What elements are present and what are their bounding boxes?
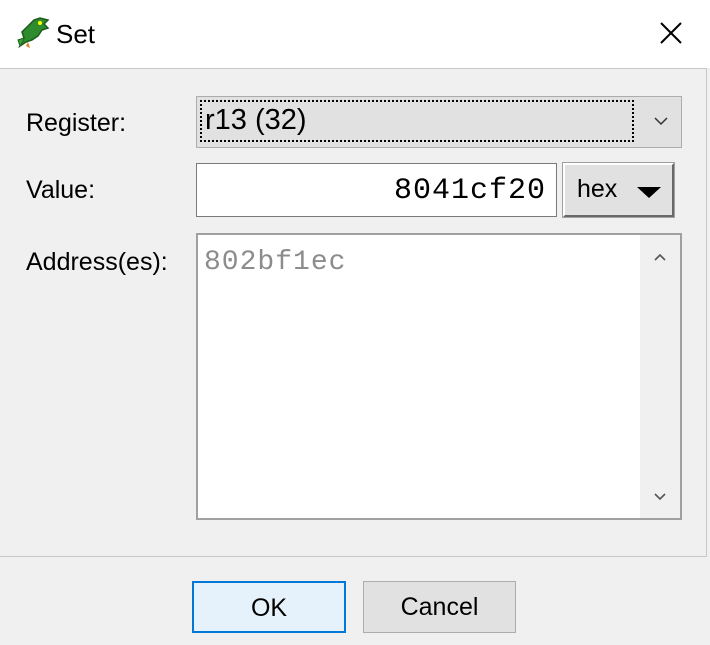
address-text: 802bf1ec <box>204 247 347 278</box>
scroll-down-icon[interactable] <box>652 491 668 503</box>
scroll-up-icon[interactable] <box>652 251 668 263</box>
register-select[interactable]: r13 (32) <box>196 96 682 148</box>
dragon-icon <box>17 17 50 49</box>
dropdown-arrow-icon <box>637 187 661 198</box>
value-field[interactable]: 8041cf20 <box>196 163 557 217</box>
value-text: 8041cf20 <box>393 174 546 208</box>
register-label: Register: <box>26 109 127 137</box>
address-label: Address(es): <box>26 248 168 276</box>
format-label: hex <box>577 175 618 203</box>
window-title: Set <box>56 19 96 49</box>
address-textarea[interactable]: 802bf1ec <box>196 233 682 520</box>
cancel-button[interactable]: Cancel <box>363 581 516 633</box>
register-value: r13 (32) <box>205 104 307 136</box>
ok-button[interactable]: OK <box>192 581 346 633</box>
value-label: Value: <box>26 176 96 204</box>
chevron-down-icon <box>654 117 668 126</box>
close-icon <box>660 22 682 44</box>
format-dropdown-button[interactable]: hex <box>562 162 675 218</box>
close-button[interactable] <box>648 12 694 54</box>
vertical-scrollbar[interactable] <box>640 235 680 518</box>
title-bar: Set <box>0 0 710 68</box>
